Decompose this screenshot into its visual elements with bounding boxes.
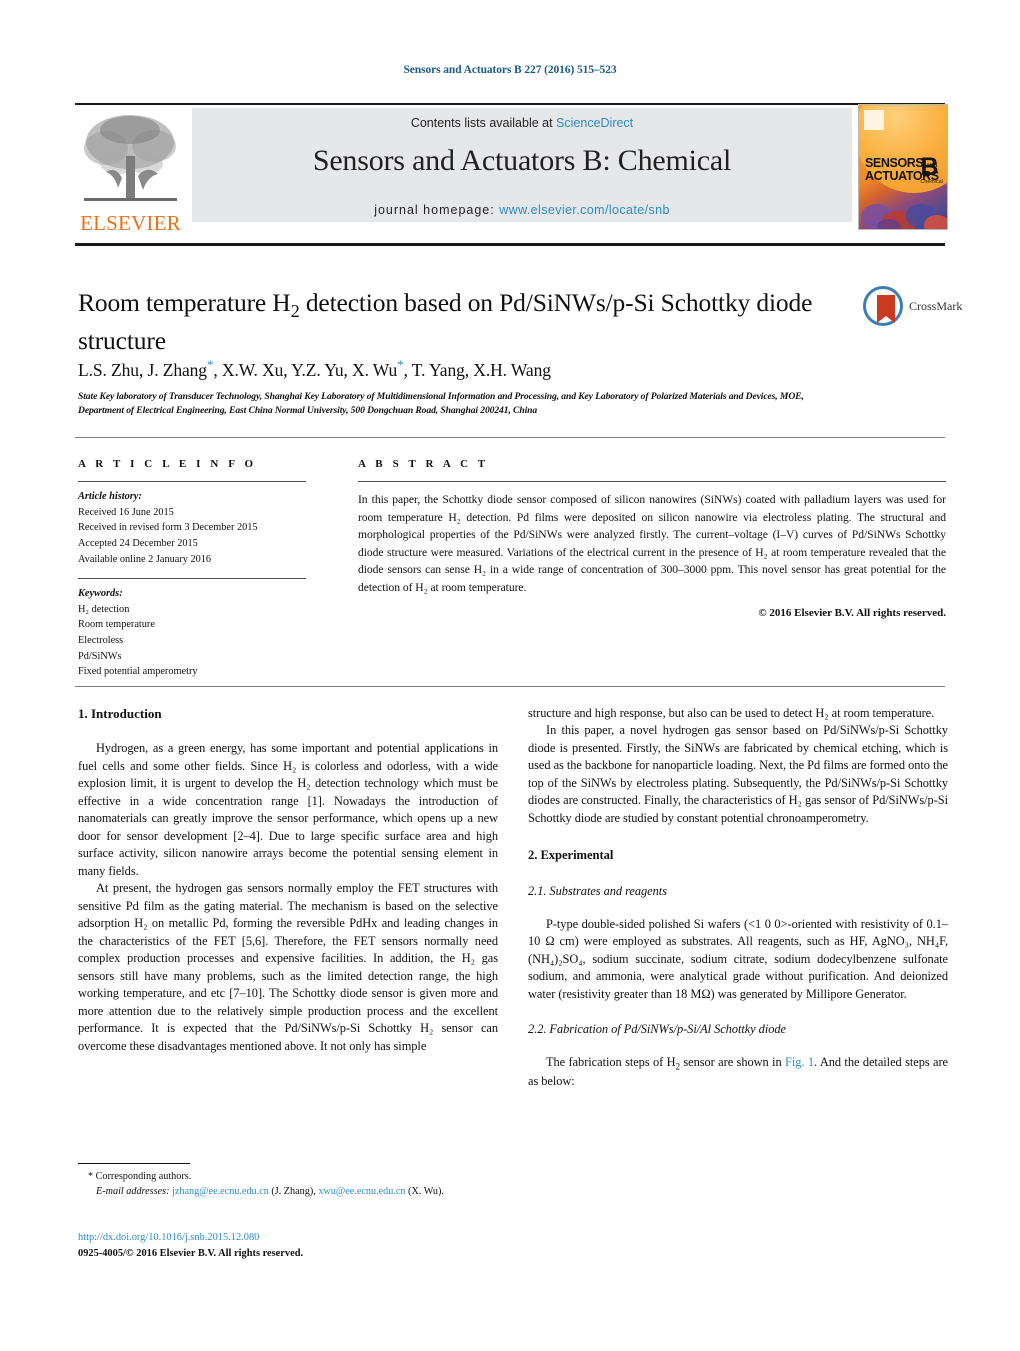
intro-paragraph-2: At present, the hydrogen gas sensors nor… <box>78 881 498 1053</box>
heading-experimental: 2. Experimental <box>528 848 614 863</box>
email-addresses-line: E-mail addresses: jzhang@ee.ecnu.edu.cn … <box>78 1185 498 1200</box>
title-subscript: 2 <box>290 301 300 322</box>
article-history-label: Article history: <box>78 491 142 502</box>
imprint-block: http://dx.doi.org/10.1016/j.snb.2015.12.… <box>78 1230 508 1261</box>
running-head: Sensors and Actuators B 227 (2016) 515–5… <box>403 64 617 76</box>
body-column-right: structure and high response, but also ca… <box>528 705 948 1090</box>
article-history-item: Received in revised form 3 December 2015 <box>78 522 258 534</box>
experimental-paragraph-1: P-type double-sided polished Si wafers (… <box>528 916 948 1001</box>
article-history-item: Accepted 24 December 2015 <box>78 537 198 549</box>
cover-line1: SENSORS <box>865 156 924 170</box>
abstract-region-rule-bottom <box>75 686 945 687</box>
keyword-item: H₂ detection <box>78 603 130 615</box>
cover-volume-letter-text: B <box>920 153 939 181</box>
experimental-paragraph-2: The fabrication steps of H2 sensor are s… <box>528 1054 949 1088</box>
paper-page: Sensors and Actuators B 227 (2016) 515–5… <box>0 0 1020 1351</box>
footnote-divider <box>78 1163 190 1164</box>
title-part-1: Room temperature H <box>78 288 291 317</box>
keywords-label: Keywords: <box>78 588 123 600</box>
crossmark-badge[interactable]: CrossMark <box>863 286 963 328</box>
intro-paragraph-3: In this paper, a novel hydrogen gas sens… <box>528 723 948 825</box>
article-history-item: Available online 2 January 2016 <box>78 553 212 565</box>
crossmark-circle-icon <box>863 286 903 326</box>
keyword-item: Pd/SiNWs <box>78 650 122 662</box>
elsevier-wordmark: ELSEVIER <box>80 211 181 235</box>
crossmark-label: CrossMark <box>909 299 963 313</box>
abstract-section: A B S T R A C T In this paper, the Schot… <box>358 458 946 619</box>
affiliation: State Key laboratory of Transducer Techn… <box>78 391 804 416</box>
body-column-left: 1. Introduction Hydrogen, as a green ene… <box>78 705 498 1055</box>
abstract-copyright: © 2016 Elsevier B.V. All rights reserved… <box>758 606 946 619</box>
article-info-divider <box>78 481 306 482</box>
journal-homepage-line: journal homepage: www.elsevier.com/locat… <box>192 203 852 217</box>
email-link-2[interactable]: xwu@ee.ecnu.edu.cn <box>318 1186 405 1197</box>
cover-blob-graphics <box>861 204 947 229</box>
keywords-block: Keywords: H₂ detection Room temperature … <box>78 586 328 680</box>
abstract-body: In this paper, the Schottky diode sensor… <box>358 493 946 595</box>
sciencedirect-link[interactable]: ScienceDirect <box>556 116 633 130</box>
crossmark-bookmark-icon <box>877 295 895 323</box>
cover-volume-letter: B Chemical <box>921 155 943 185</box>
journal-homepage-link[interactable]: www.elsevier.com/locate/snb <box>499 203 670 217</box>
figure-reference-link[interactable]: Fig. 1 <box>785 1055 814 1069</box>
author-list: L.S. Zhu, J. Zhang*, X.W. Xu, Y.Z. Yu, X… <box>78 357 551 380</box>
email-label: E-mail addresses: <box>96 1185 170 1197</box>
keyword-item: Room temperature <box>78 619 155 631</box>
corresponding-authors-note: * Corresponding authors. <box>88 1171 192 1182</box>
page-title: Room temperature H2 detection based on P… <box>78 286 848 357</box>
corresponding-author-footnote: * Corresponding authors. E-mail addresse… <box>78 1163 498 1200</box>
email-link-1[interactable]: jzhang@ee.ecnu.edu.cn <box>172 1186 269 1197</box>
intro-paragraph-1: Hydrogen, as a green energy, has some im… <box>78 741 498 878</box>
contents-list-line: Contents lists available at ScienceDirec… <box>192 116 852 130</box>
elsevier-logo: ELSEVIER <box>78 108 183 236</box>
article-info-heading: A R T I C L E I N F O <box>78 458 257 470</box>
article-history-item: Received 16 June 2015 <box>78 506 174 518</box>
heading-substrates-and-reagents: 2.1. Substrates and reagents <box>528 884 667 899</box>
cover-volume-sub: Chemical <box>920 179 943 185</box>
article-info-section: A R T I C L E I N F O Article history: R… <box>78 458 328 680</box>
cover-elsevier-mark-icon <box>864 110 884 130</box>
abstract-region-rule-top <box>75 437 945 438</box>
contents-prefix: Contents lists available at <box>410 116 557 130</box>
intro-paragraph-2-continued: structure and high response, but also ca… <box>528 706 935 720</box>
abstract-heading: A B S T R A C T <box>358 458 489 470</box>
header-rule-top <box>75 103 945 105</box>
keyword-item: Fixed potential amperometry <box>78 666 198 678</box>
keywords-divider <box>78 578 306 580</box>
heading-introduction: 1. Introduction <box>78 706 162 721</box>
abstract-divider <box>358 481 946 482</box>
heading-fabrication-schottky-diode: 2.2. Fabrication of Pd/SiNWs/p-Si/Al Sch… <box>528 1022 786 1037</box>
email-owner-1: (J. Zhang), <box>271 1185 316 1197</box>
corresponding-author-marker-2: * <box>397 357 404 372</box>
elsevier-tree-icon <box>84 115 177 201</box>
article-history-block: Article history: Received 16 June 2015 R… <box>78 489 328 567</box>
journal-cover-thumbnail: SENSORS and ACTUATORS B Chemical <box>858 104 948 230</box>
homepage-prefix: journal homepage: <box>374 203 500 217</box>
corresponding-author-marker-1: * <box>206 357 214 372</box>
header-rule-bottom <box>75 243 945 246</box>
issn-copyright-line: 0925-4005/© 2016 Elsevier B.V. All right… <box>78 1247 304 1259</box>
journal-title: Sensors and Actuators B: Chemical <box>312 144 732 177</box>
doi-link[interactable]: http://dx.doi.org/10.1016/j.snb.2015.12.… <box>78 1230 508 1246</box>
email-owner-2: (X. Wu). <box>408 1185 444 1197</box>
keyword-item: Electroless <box>78 635 124 647</box>
